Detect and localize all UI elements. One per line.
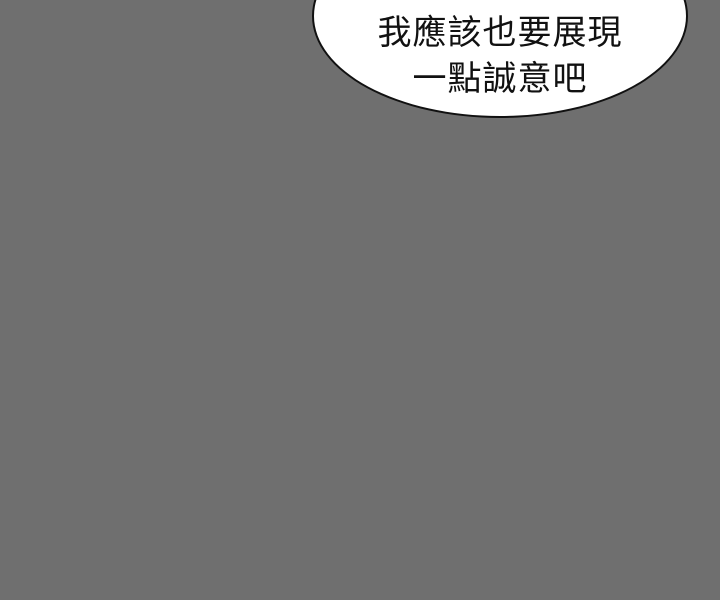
speech-line-2: 一點誠意吧 (412, 59, 588, 99)
speech-bubble-text: 我應該也要展現 一點誠意吧 (312, 4, 688, 108)
speech-line-1: 我應該也要展現 (377, 13, 623, 53)
